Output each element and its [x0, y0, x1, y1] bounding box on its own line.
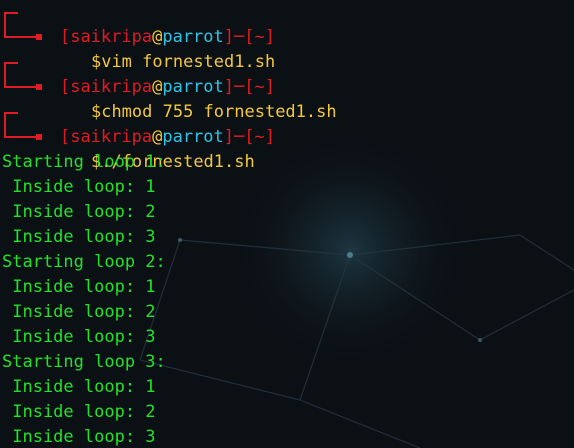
prompt-line: [saikripa@parrot]─[~]: [0, 0, 574, 47]
command-line: $vim fornested1.sh: [0, 25, 574, 72]
output-line: Inside loop: 1: [2, 277, 156, 297]
prompt-corner-top: [4, 112, 18, 125]
command-line: $chmod 755 fornested1.sh: [0, 75, 574, 122]
output-line: Inside loop: 1: [2, 377, 156, 397]
prompt-corner-bottom: [4, 125, 38, 138]
output-line: Inside loop: 3: [2, 427, 156, 447]
output-line: Inside loop: 3: [2, 227, 156, 247]
prompt-corner-bottom: [4, 25, 38, 38]
terminal-window[interactable]: [saikripa@parrot]─[~] $vim fornested1.sh…: [0, 0, 574, 448]
output-line: Inside loop: 1: [2, 177, 156, 197]
prompt-corner-top: [4, 62, 18, 75]
output-line: Starting loop 1:: [2, 152, 166, 172]
output-line: Inside loop: 2: [2, 302, 156, 322]
output-line: Starting loop 3:: [2, 352, 166, 372]
output-line: Inside loop: 2: [2, 202, 156, 222]
prompt-corner-top: [4, 12, 18, 25]
command-line: $./fornested1.sh: [0, 125, 574, 172]
prompt-arrow-icon: [36, 84, 42, 90]
prompt-arrow-icon: [36, 134, 42, 140]
output-line: Inside loop: 2: [2, 402, 156, 422]
prompt-arrow-icon: [36, 34, 42, 40]
prompt-line: [saikripa@parrot]─[~]: [0, 100, 574, 147]
prompt-corner-bottom: [4, 75, 38, 88]
prompt-line: [saikripa@parrot]─[~]: [0, 50, 574, 97]
output-line: Starting loop 2:: [2, 252, 166, 272]
output-line: Inside loop: 3: [2, 327, 156, 347]
